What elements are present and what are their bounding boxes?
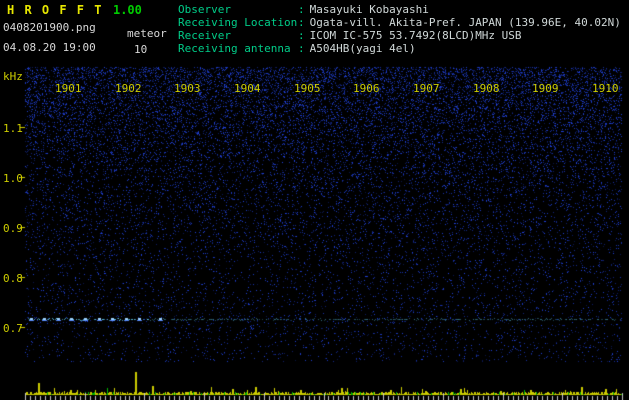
info-row-antenna: Receiving antenna: A504HB(yagi 4el)	[178, 42, 621, 55]
info-row-receiver: Receiver: ICOM IC-575 53.7492(8LCD)MHz US…	[178, 29, 621, 42]
freq-label-0-8: 0.8	[3, 272, 23, 285]
time-label-1902: 1902	[115, 82, 142, 95]
info-row-location: Receiving Location: Ogata-vill. Akita-Pre…	[178, 16, 621, 29]
info-label: Receiving Location	[178, 16, 298, 29]
time-label-1901: 1901	[55, 82, 82, 95]
info-value: ICOM IC-575 53.7492(8LCD)MHz USB	[309, 29, 522, 42]
output-filename: 0408201900.png	[3, 21, 96, 34]
freq-label-0-9: 0.9	[3, 222, 23, 235]
app-version: 1.00	[112, 3, 142, 17]
time-label-1903: 1903	[174, 82, 201, 95]
time-label-1905: 1905	[294, 82, 321, 95]
time-label-1907: 1907	[413, 82, 440, 95]
echo-count: 10	[134, 43, 148, 56]
info-value: Ogata-vill. Akita-Pref. JAPAN (139.96E, …	[309, 16, 621, 29]
info-separator: :	[298, 16, 305, 29]
time-label-1904: 1904	[234, 82, 261, 95]
time-label-1909: 1909	[532, 82, 559, 95]
freq-label-0-7: 0.7	[3, 322, 23, 335]
hrofft-output-screen: H R O F F T 1.00 0408201900.png meteor 04…	[0, 0, 629, 400]
observation-datetime: 04.08.20 19:00	[3, 41, 96, 54]
time-label-1910: 1910	[592, 82, 619, 95]
mode-label: meteor	[127, 27, 167, 40]
info-value: A504HB(yagi 4el)	[309, 42, 416, 55]
info-value: Masayuki Kobayashi	[309, 3, 429, 16]
info-label: Receiver	[178, 29, 231, 42]
spectrogram-canvas	[0, 0, 629, 400]
freq-label-1-0: 1.0	[3, 172, 23, 185]
station-info-panel: Observer: Masayuki Kobayashi Receiving Lo…	[178, 3, 621, 55]
info-row-observer: Observer: Masayuki Kobayashi	[178, 3, 621, 16]
time-label-1906: 1906	[353, 82, 380, 95]
freq-label-1-1: 1.1	[3, 122, 23, 135]
freq-axis-unit: kHz	[3, 70, 23, 83]
app-name: H R O F F T	[7, 3, 103, 17]
app-title: H R O F F T 1.00	[7, 3, 142, 17]
info-label: Receiving antenna	[178, 42, 291, 55]
info-separator: :	[298, 29, 305, 42]
info-separator: :	[298, 42, 305, 55]
info-separator: :	[298, 3, 305, 16]
info-label: Observer	[178, 3, 231, 16]
time-label-1908: 1908	[473, 82, 500, 95]
